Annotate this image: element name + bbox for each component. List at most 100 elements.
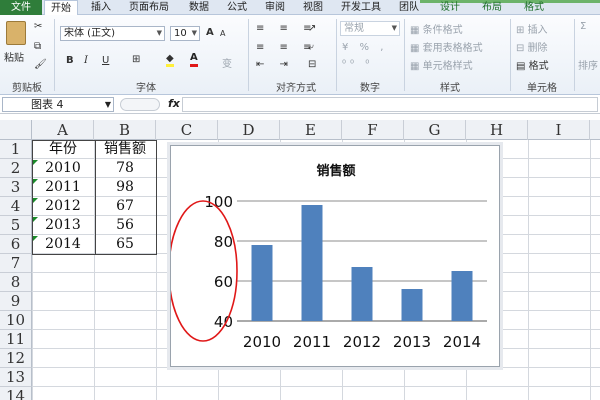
sort-button[interactable]: 排序: [578, 57, 600, 72]
table-cell-sales[interactable]: 78: [94, 159, 156, 178]
bold-button[interactable]: B: [66, 55, 74, 66]
chevron-down-icon: ▼: [191, 29, 197, 37]
paste-icon[interactable]: [6, 21, 26, 45]
column-header-h[interactable]: H: [466, 120, 528, 140]
table-cell-sales[interactable]: 65: [94, 235, 156, 254]
bar[interactable]: [351, 267, 373, 321]
row-header[interactable]: 11: [0, 330, 32, 349]
font-name-select[interactable]: 宋体 (正文) ▼: [60, 26, 165, 41]
row-header[interactable]: 10: [0, 311, 32, 330]
tab-team[interactable]: 团队: [392, 0, 426, 15]
x-tick-label: 2011: [293, 333, 331, 351]
cell-a1-header[interactable]: 年份: [32, 140, 94, 159]
tab-layout[interactable]: 布局: [472, 0, 512, 15]
wrap-text-icon[interactable]: ⤶: [308, 42, 314, 53]
conditional-format-button[interactable]: ▦ 条件格式: [410, 21, 463, 36]
row-header[interactable]: 12: [0, 349, 32, 368]
row-header[interactable]: 5: [0, 216, 32, 235]
chart-title: 销售额: [316, 163, 355, 179]
table-cell-sales[interactable]: 56: [94, 216, 156, 235]
number-format-value: 常规: [344, 23, 364, 34]
tab-format[interactable]: 格式: [514, 0, 554, 15]
bar[interactable]: [251, 245, 273, 321]
table-cell-year[interactable]: 2012: [32, 197, 94, 216]
tab-data[interactable]: 数据: [182, 0, 216, 15]
delete-cells-button[interactable]: ⊟ 删除: [516, 39, 548, 54]
name-box[interactable]: 图表 4 ▼: [2, 97, 114, 112]
tab-developer[interactable]: 开发工具: [334, 0, 388, 15]
cut-icon[interactable]: ✂: [34, 21, 42, 32]
column-header-e[interactable]: E: [280, 120, 342, 140]
number-format-select[interactable]: 常规 ▼: [340, 21, 400, 36]
table-cell-year[interactable]: 2014: [32, 235, 94, 254]
column-header-i[interactable]: I: [528, 120, 590, 140]
row-header[interactable]: 3: [0, 178, 32, 197]
copy-icon[interactable]: ⧉: [34, 41, 41, 52]
table-cell-year[interactable]: 2010: [32, 159, 94, 178]
table-cell-sales[interactable]: 67: [94, 197, 156, 216]
orientation-icon[interactable]: ↗: [308, 23, 316, 34]
tab-design[interactable]: 设计: [430, 0, 470, 15]
tab-view[interactable]: 视图: [296, 0, 330, 15]
select-all-corner[interactable]: [0, 120, 32, 140]
tab-file[interactable]: 文件: [0, 0, 42, 15]
underline-button[interactable]: U: [102, 55, 109, 66]
grow-font-button[interactable]: A: [206, 27, 214, 38]
tab-home[interactable]: 开始: [44, 0, 78, 16]
cell-b1-header[interactable]: 销售额: [94, 140, 156, 159]
font-color-icon[interactable]: A: [190, 52, 198, 67]
table-cell-sales[interactable]: 98: [94, 178, 156, 197]
fill-color-icon[interactable]: ◆: [166, 53, 174, 67]
column-header-c[interactable]: C: [156, 120, 218, 140]
row-header[interactable]: 6: [0, 235, 32, 254]
alignment-group-label: 对齐方式: [276, 83, 316, 94]
borders-icon[interactable]: ⊞: [132, 54, 140, 65]
formula-input[interactable]: [182, 97, 598, 112]
number-group-label: 数字: [360, 83, 380, 94]
row-header[interactable]: 13: [0, 368, 32, 387]
tab-insert[interactable]: 插入: [84, 0, 118, 15]
format-cells-button[interactable]: ▤ 格式: [516, 57, 549, 72]
row-header[interactable]: 2: [0, 159, 32, 178]
table-cell-year[interactable]: 2011: [32, 178, 94, 197]
chevron-down-icon: ▼: [391, 24, 397, 32]
row-header[interactable]: 14: [0, 387, 32, 400]
decimal-icon[interactable]: ⁰⁰ ⁰: [342, 59, 373, 70]
table-cell-year[interactable]: 2013: [32, 216, 94, 235]
y-tick-label: 80: [214, 233, 233, 251]
chart-object[interactable]: 销售额 40 60 80 100 2010 2011 2012 2013 2014: [170, 145, 500, 367]
bar[interactable]: [401, 289, 423, 321]
insert-function-button[interactable]: fx: [168, 97, 180, 110]
tab-formulas[interactable]: 公式: [220, 0, 254, 15]
bar[interactable]: [451, 271, 473, 321]
tab-page-layout[interactable]: 页面布局: [122, 0, 176, 15]
tab-review[interactable]: 审阅: [258, 0, 292, 15]
insert-cells-button[interactable]: ⊞ 插入: [516, 21, 548, 36]
column-header-g[interactable]: G: [404, 120, 466, 140]
row-header[interactable]: 7: [0, 254, 32, 273]
column-header-d[interactable]: D: [218, 120, 280, 140]
row-header[interactable]: 8: [0, 273, 32, 292]
currency-icon[interactable]: ¥ % ,: [342, 42, 387, 53]
paste-button[interactable]: 粘贴: [4, 49, 24, 64]
column-header-f[interactable]: F: [342, 120, 404, 140]
indent-icon[interactable]: ⇤ ⇥: [256, 59, 294, 70]
bar[interactable]: [301, 205, 323, 321]
row-header[interactable]: 9: [0, 292, 32, 311]
cell-styles-label: 单元格样式: [422, 61, 473, 72]
group-divider: [248, 19, 249, 91]
cell-styles-button[interactable]: ▦ 单元格样式: [410, 57, 473, 72]
italic-button[interactable]: I: [84, 55, 88, 66]
column-header-b[interactable]: B: [94, 120, 156, 140]
shrink-font-button[interactable]: A: [220, 29, 225, 38]
phonetic-icon[interactable]: 变: [222, 55, 232, 70]
format-as-table-button[interactable]: ▦ 套用表格格式: [410, 39, 483, 54]
merge-cells-icon[interactable]: ⊟: [308, 59, 316, 70]
column-header-a[interactable]: A: [32, 120, 94, 140]
styles-group-label: 样式: [440, 83, 460, 94]
autosum-button[interactable]: Σ: [580, 21, 586, 32]
format-painter-icon[interactable]: 🖌: [34, 59, 47, 70]
row-header[interactable]: 4: [0, 197, 32, 216]
font-size-select[interactable]: 10 ▼: [170, 26, 200, 41]
row-header[interactable]: 1: [0, 140, 32, 159]
